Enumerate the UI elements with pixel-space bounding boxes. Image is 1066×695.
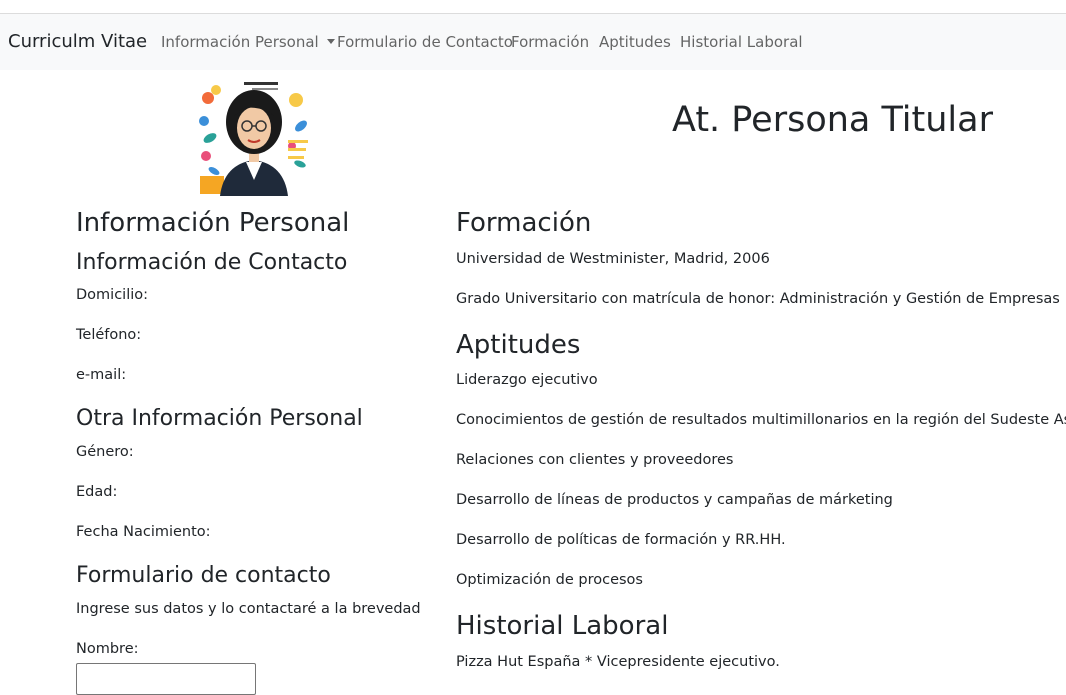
nav-item-formacion[interactable]: Formación [511, 33, 589, 51]
name-field-label: Nombre: [76, 641, 139, 657]
skill-item: Optimización de procesos [456, 572, 643, 588]
page-title: At. Persona Titular [672, 100, 993, 140]
skill-item: Relaciones con clientes y proveedores [456, 452, 734, 468]
profile-avatar [196, 76, 312, 196]
education-item: Universidad de Westminister, Madrid, 200… [456, 251, 770, 267]
navbar-brand[interactable]: Curriculm Vitae [8, 31, 147, 52]
nav-item-aptitudes[interactable]: Aptitudes [599, 33, 671, 51]
other-info-heading: Otra Información Personal [76, 406, 363, 431]
skill-item: Liderazgo ejecutivo [456, 372, 598, 388]
skill-item: Conocimientos de gestión de resultados m… [456, 412, 1066, 428]
gender-label: Género: [76, 444, 134, 460]
skills-heading: Aptitudes [456, 330, 581, 360]
contact-form-heading: Formulario de contacto [76, 563, 331, 588]
nav-item-label: Información Personal [161, 33, 319, 51]
age-label: Edad: [76, 484, 118, 500]
nav-item-informacion-personal[interactable]: Información Personal [161, 33, 335, 51]
caret-down-icon [326, 39, 335, 44]
nav-item-historial-laboral[interactable]: Historial Laboral [680, 33, 803, 51]
work-history-heading: Historial Laboral [456, 611, 669, 641]
name-input[interactable] [76, 663, 256, 695]
skill-item: Desarrollo de políticas de formación y R… [456, 532, 786, 548]
work-history-item: Pizza Hut España * Vicepresidente ejecut… [456, 654, 780, 670]
address-label: Domicilio: [76, 287, 149, 303]
education-item: Grado Universitario con matrícula de hon… [456, 291, 1060, 307]
nav-item-formulario-contacto[interactable]: Formulario de Contacto [337, 33, 513, 51]
contact-form-intro: Ingrese sus datos y lo contactaré a la b… [76, 601, 421, 617]
personal-info-heading: Información Personal [76, 208, 350, 238]
contact-info-heading: Información de Contacto [76, 250, 348, 275]
education-heading: Formación [456, 208, 592, 238]
email-label: e-mail: [76, 367, 127, 383]
navbar: Curriculm Vitae Información Personal For… [0, 14, 1066, 70]
phone-label: Teléfono: [76, 327, 142, 343]
birth-date-label: Fecha Nacimiento: [76, 524, 211, 540]
skill-item: Desarrollo de líneas de productos y camp… [456, 492, 893, 508]
